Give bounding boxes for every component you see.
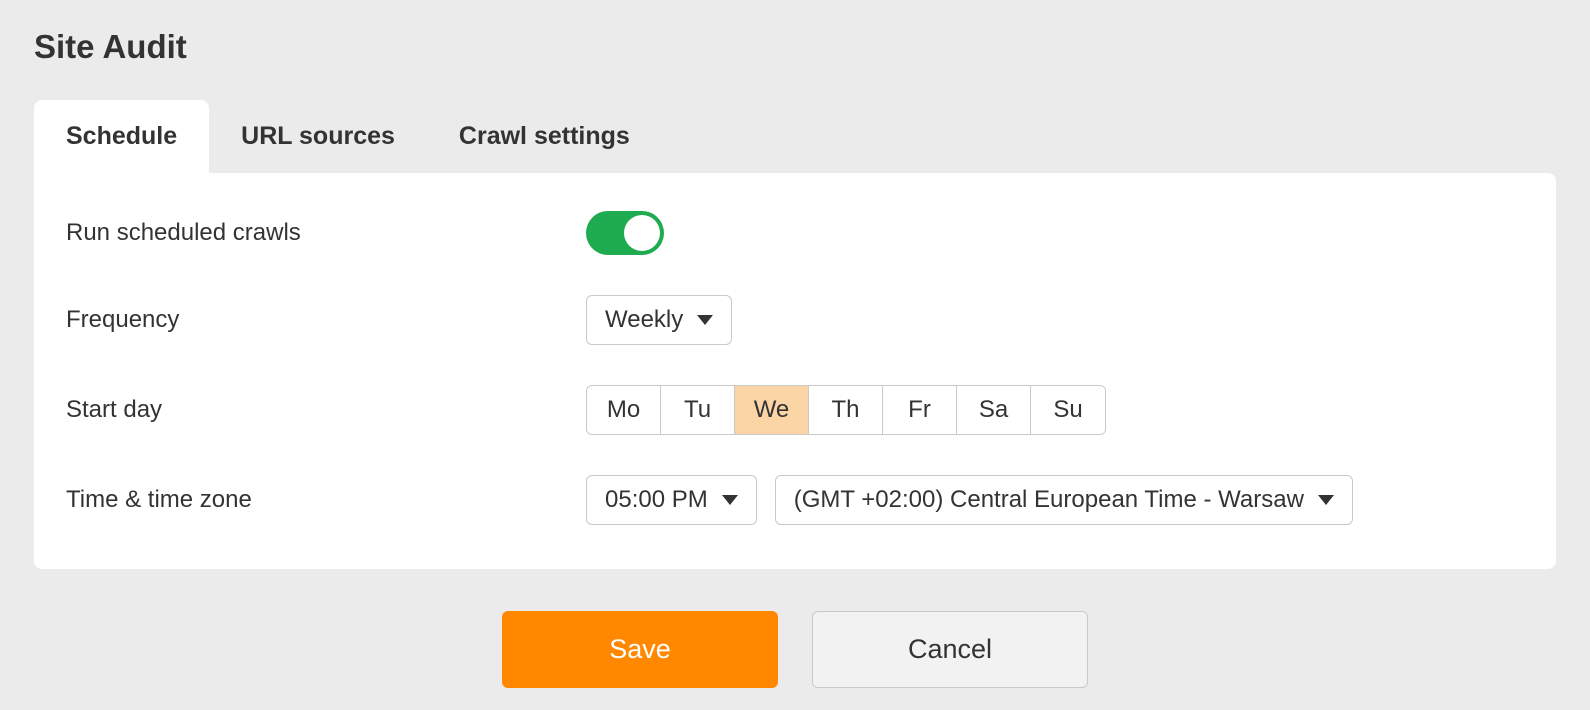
startday-label: Start day xyxy=(66,396,586,424)
action-bar: Save Cancel xyxy=(34,611,1556,688)
chevron-down-icon xyxy=(697,315,713,325)
run-crawls-label: Run scheduled crawls xyxy=(66,219,586,247)
day-su[interactable]: Su xyxy=(1031,386,1105,434)
chevron-down-icon xyxy=(1318,495,1334,505)
time-value: 05:00 PM xyxy=(605,486,708,514)
frequency-value: Weekly xyxy=(605,306,683,334)
day-th[interactable]: Th xyxy=(809,386,883,434)
tabs: ScheduleURL sourcesCrawl settings xyxy=(34,100,1556,173)
save-button[interactable]: Save xyxy=(502,611,778,688)
chevron-down-icon xyxy=(722,495,738,505)
toggle-knob xyxy=(624,215,660,251)
day-picker: MoTuWeThFrSaSu xyxy=(586,385,1106,435)
frequency-select[interactable]: Weekly xyxy=(586,295,732,345)
tab-schedule[interactable]: Schedule xyxy=(34,100,209,173)
time-select[interactable]: 05:00 PM xyxy=(586,475,757,525)
tab-crawl-settings[interactable]: Crawl settings xyxy=(427,100,662,173)
cancel-button[interactable]: Cancel xyxy=(812,611,1088,688)
day-sa[interactable]: Sa xyxy=(957,386,1031,434)
schedule-panel: Run scheduled crawls Frequency Weekly St… xyxy=(34,173,1556,569)
day-tu[interactable]: Tu xyxy=(661,386,735,434)
time-label: Time & time zone xyxy=(66,486,586,514)
day-mo[interactable]: Mo xyxy=(587,386,661,434)
frequency-label: Frequency xyxy=(66,306,586,334)
run-crawls-toggle[interactable] xyxy=(586,211,664,255)
timezone-value: (GMT +02:00) Central European Time - War… xyxy=(794,486,1304,514)
page-title: Site Audit xyxy=(34,28,1556,66)
day-fr[interactable]: Fr xyxy=(883,386,957,434)
day-we[interactable]: We xyxy=(735,386,809,434)
timezone-select[interactable]: (GMT +02:00) Central European Time - War… xyxy=(775,475,1353,525)
tab-url-sources[interactable]: URL sources xyxy=(209,100,427,173)
